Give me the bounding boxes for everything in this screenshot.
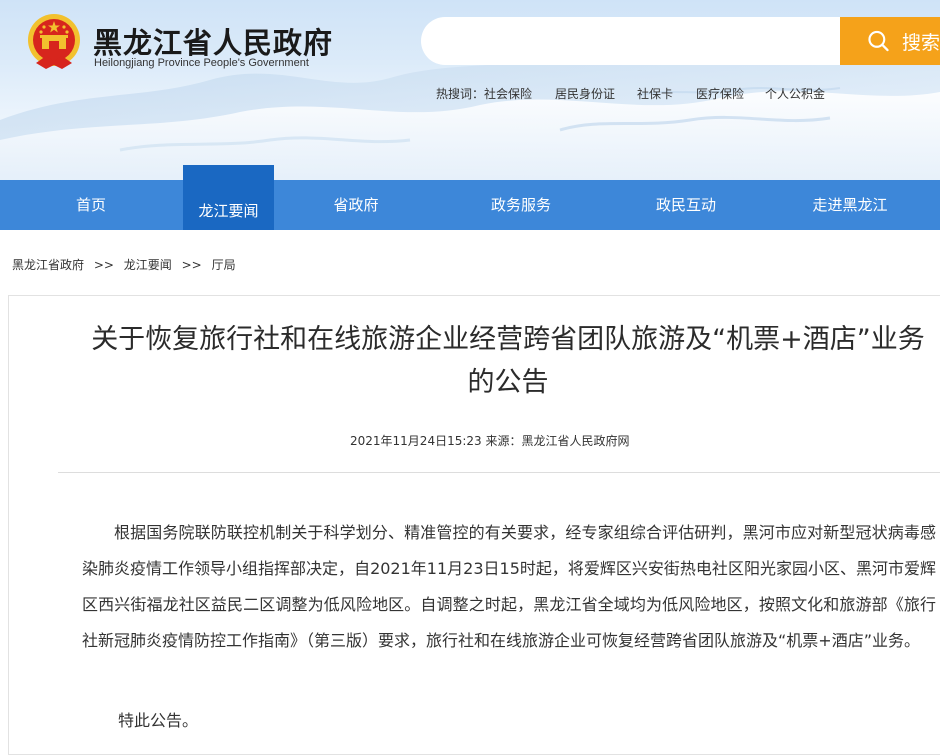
nav-item-public-interaction[interactable]: 政民互动 [641, 180, 731, 230]
article-closing: 特此公告。 [118, 711, 199, 730]
breadcrumb-link[interactable]: 黑龙江省政府 [12, 258, 84, 272]
breadcrumb-separator: >> [93, 258, 114, 272]
hot-search-term[interactable]: 医疗保险 [696, 85, 744, 102]
breadcrumb-link[interactable]: 厅局 [212, 258, 236, 272]
hot-search-term[interactable]: 社会保险 [484, 85, 532, 102]
header-banner: 黑龙江省人民政府 Heilongjiang Province People's … [0, 0, 940, 180]
search-input[interactable] [421, 17, 840, 65]
main-nav: 首页 龙江要闻 省政府 政务服务 政民互动 走进黑龙江 [0, 165, 940, 230]
breadcrumb: 黑龙江省政府 >> 龙江要闻 >> 厅局 [12, 256, 236, 273]
breadcrumb-link[interactable]: 龙江要闻 [124, 258, 172, 272]
search-button[interactable]: 搜索 [840, 17, 940, 65]
hot-search-label: 热搜词： [436, 87, 485, 101]
breadcrumb-separator: >> [181, 258, 202, 272]
search-icon [868, 30, 889, 52]
hot-search-term[interactable]: 居民身份证 [555, 85, 615, 102]
nav-item-home[interactable]: 首页 [51, 180, 131, 230]
national-emblem-icon [28, 14, 80, 69]
search-button-label: 搜索 [901, 31, 940, 54]
site-title[interactable]: 黑龙江省人民政府 [93, 20, 333, 62]
nav-item-longjiang-news[interactable]: 龙江要闻 [183, 165, 274, 230]
nav-item-about-heilongjiang[interactable]: 走进黑龙江 [800, 180, 900, 230]
article-divider [58, 472, 940, 473]
hot-search-term[interactable]: 社保卡 [637, 85, 673, 102]
nav-item-government-services[interactable]: 政务服务 [476, 180, 566, 230]
article-title: 关于恢复旅行社和在线旅游企业经营跨省团队旅游及“机票+酒店”业务的公告 [91, 324, 925, 398]
article-body: 根据国务院联防联控机制关于科学划分、精准管控的有关要求，经专家组综合评估研判，黑… [82, 523, 936, 650]
nav-item-provincial-government[interactable]: 省政府 [316, 180, 396, 230]
site-subtitle: Heilongjiang Province People's Governmen… [94, 57, 309, 69]
article-meta: 2021年11月24日15:23 来源：黑龙江省人民政府网 [350, 434, 630, 448]
hot-search-term[interactable]: 个人公积金 [765, 85, 825, 102]
